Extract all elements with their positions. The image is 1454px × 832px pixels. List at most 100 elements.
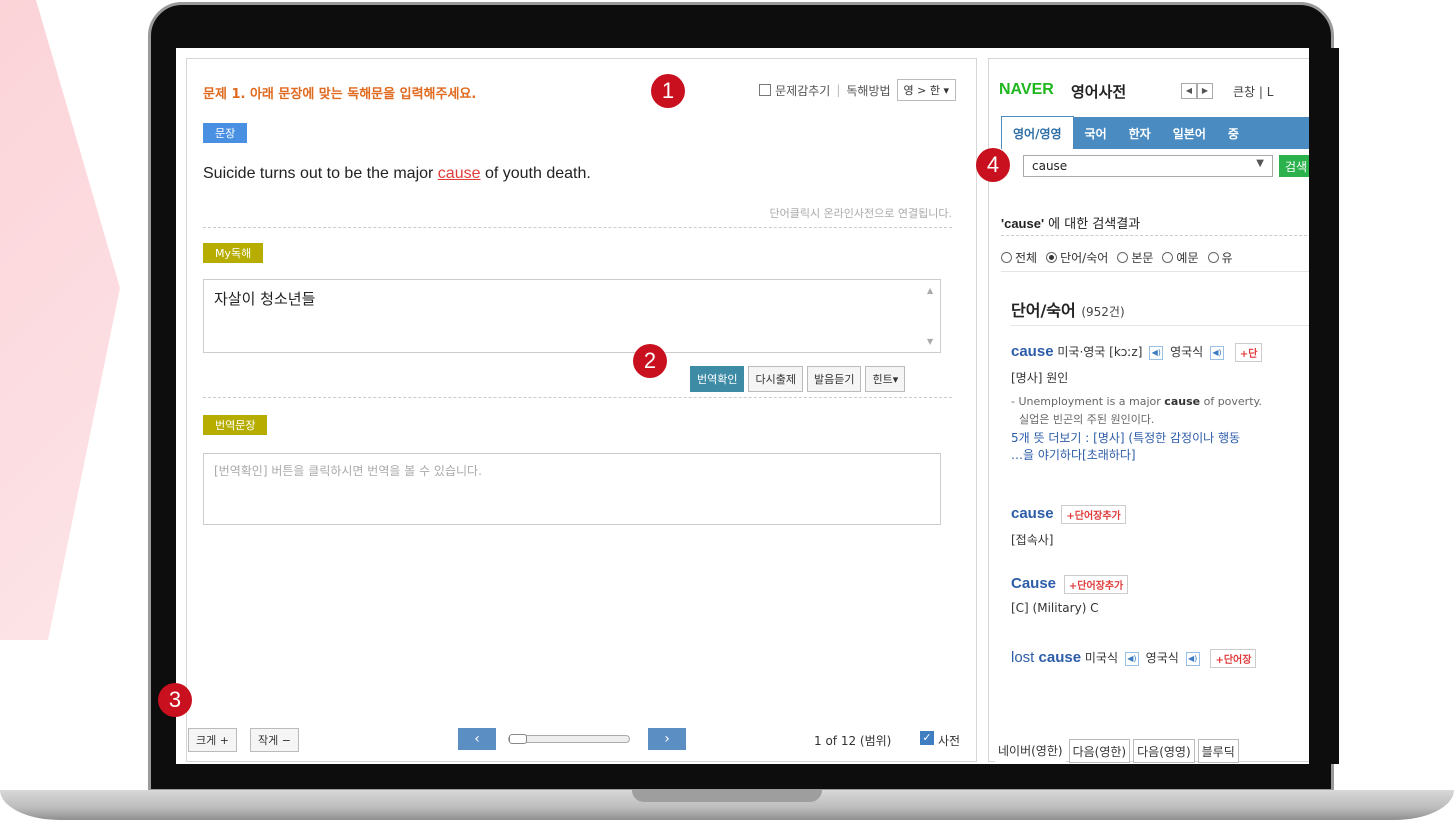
next-arrow-icon[interactable]: ▶ (1197, 83, 1213, 99)
slider-thumb[interactable] (509, 734, 527, 744)
divider (203, 227, 952, 228)
divider (1001, 271, 1309, 272)
marker-2: 2 (633, 344, 667, 378)
more-meanings-link[interactable]: …을 야기하다[초래하다] (1011, 446, 1136, 463)
entry-word-prefix[interactable]: lost (1011, 649, 1039, 666)
filter-all[interactable]: 전체 (1001, 249, 1037, 266)
hide-question-label: 문제감추기 (775, 83, 831, 98)
entry-word-link[interactable]: cause (1011, 505, 1054, 522)
entry-word-link[interactable]: cause (1011, 343, 1054, 360)
dictionary-checkbox[interactable]: ✓ (920, 731, 934, 745)
search-button[interactable]: 검색 (1279, 155, 1309, 177)
tab-korean[interactable]: 국어 (1074, 117, 1118, 149)
font-bigger-button[interactable]: 크게 + (188, 728, 237, 752)
scrollbar[interactable]: ▲ ▼ (924, 282, 938, 350)
progress-slider[interactable] (508, 734, 630, 744)
filter-other[interactable]: 유 (1207, 249, 1233, 266)
dictionary-nav: ◀ ▶ (1181, 83, 1213, 99)
dictionary-note: 단어클릭시 온라인사전으로 연결됩니다. (769, 207, 952, 220)
prev-arrow-icon[interactable]: ◀ (1181, 83, 1197, 99)
add-word-button[interactable]: +단어장추가 (1063, 575, 1129, 594)
chevron-down-icon[interactable]: ▼ (1256, 158, 1264, 169)
method-select[interactable]: 영 > 한 ▾ (896, 79, 956, 101)
add-word-button[interactable]: +단 (1234, 343, 1263, 362)
us-label: 미국식 (1084, 651, 1119, 665)
marker-3: 3 (158, 683, 192, 717)
example-keyword: cause (1164, 395, 1201, 408)
tab-japanese[interactable]: 일본어 (1162, 117, 1217, 149)
dictionary-label: 사전 (938, 734, 961, 748)
scroll-down-icon[interactable]: ▼ (927, 337, 933, 346)
marker-4: 4 (976, 148, 1010, 182)
radio-icon (1162, 252, 1174, 263)
tab-english[interactable]: 영어/영영 (1001, 116, 1074, 149)
filter-body[interactable]: 본문 (1117, 249, 1153, 266)
sentence-text: Suicide turns out to be the major cause … (203, 165, 591, 183)
divider (203, 397, 952, 398)
entry-pos: [C] (Military) C (1011, 601, 1099, 615)
sentence-before: Suicide turns out to be the major (203, 165, 438, 182)
entry-word-link[interactable]: cause (1039, 649, 1082, 666)
divider: | (836, 83, 841, 97)
question-controls: 문제감추기 | 독해방법 영 > 한 ▾ (759, 79, 956, 101)
entry-headline: lost cause 미국식 ◀) 영국식 ◀) +단어장 (1011, 649, 1257, 668)
entry-headline: cause +단어장추가 (1011, 505, 1126, 524)
entry-word-link[interactable]: Cause (1011, 575, 1056, 592)
sentence-keyword-link[interactable]: cause (438, 165, 481, 182)
filter-label: 전체 (1015, 251, 1038, 265)
translation-input[interactable]: 자살이 청소년들 ▲ ▼ (203, 279, 941, 353)
bottom-toolbar: 크게 + 작게 − ‹ › 1 of 12 (범위) ✓ 사전 (186, 720, 977, 758)
entry-headline: Cause +단어장추가 (1011, 575, 1129, 594)
listen-button[interactable]: 발음듣기 (806, 366, 862, 392)
tab-hanja[interactable]: 한자 (1118, 117, 1162, 149)
source-tab-daum-ee[interactable]: 다음(영영) (1133, 739, 1195, 763)
radio-icon (1001, 252, 1012, 263)
next-button[interactable]: › (648, 728, 686, 750)
sentence-tag: 문장 (203, 123, 248, 143)
naver-logo: NAVER (999, 81, 1054, 98)
translation-input-value: 자살이 청소년들 (214, 290, 316, 308)
tab-chinese[interactable]: 중 (1217, 117, 1250, 149)
scroll-up-icon[interactable]: ▲ (927, 286, 933, 295)
result-heading: 'cause' 에 대한 검색결과 (1001, 213, 1140, 232)
speaker-icon[interactable]: ◀) (1210, 345, 1225, 360)
action-buttons: 번역확인 다시출제 발음듣기 힌트▾ (690, 366, 906, 392)
filter-examples[interactable]: 예문 (1162, 249, 1199, 266)
speaker-icon[interactable]: ◀) (1185, 651, 1200, 666)
filter-label: 유 (1221, 251, 1233, 265)
divider (1001, 235, 1309, 236)
radio-icon (1117, 252, 1129, 263)
hide-question-checkbox[interactable] (759, 84, 772, 96)
source-tab-naver[interactable]: 네이버(영한) (995, 739, 1066, 763)
speaker-icon[interactable]: ◀) (1149, 345, 1164, 360)
example-text: - Unemployment is a major (1011, 395, 1165, 408)
entry-pos: [명사] 원인 (1011, 371, 1069, 385)
prev-button[interactable]: ‹ (458, 728, 496, 750)
dictionary-search-input[interactable]: cause ▼ (1023, 155, 1273, 177)
dictionary-source-tabs: 네이버(영한) 다음(영한) 다음(영영) 블루딕 (989, 739, 1309, 763)
retry-button[interactable]: 다시출제 (748, 366, 803, 392)
source-tab-bluedic[interactable]: 블루딕 (1197, 739, 1239, 763)
page-indicator: 1 of 12 (범위) (814, 734, 892, 748)
add-word-label: +단 (1239, 349, 1258, 360)
hint-button[interactable]: 힌트▾ (865, 366, 906, 392)
filter-label: 예문 (1176, 251, 1199, 265)
filter-words[interactable]: 단어/숙어 (1046, 249, 1108, 266)
big-window-link[interactable]: 큰창 | L (1233, 83, 1273, 100)
exercise-panel: 문제 1. 아래 문장에 맞는 독해문을 입력해주세요. 문제감추기 | 독해방… (186, 58, 977, 762)
check-translation-button[interactable]: 번역확인 (690, 366, 745, 392)
method-label: 독해방법 (846, 83, 891, 98)
more-meanings-link[interactable]: 5개 뜻 더보기 : [명사] (특정한 감정이나 행동 (1011, 429, 1240, 446)
add-word-button[interactable]: +단어장추가 (1061, 505, 1126, 524)
filter-radios: 전체 단어/숙어 본문 예문 유 (1001, 249, 1233, 266)
add-word-button[interactable]: +단어장 (1210, 649, 1257, 668)
marker-1: 1 (651, 74, 685, 108)
speaker-icon[interactable]: ◀) (1124, 651, 1139, 666)
entry-headline: cause 미국·영국 [kɔːz] ◀) 영국식 ◀) +단 (1011, 343, 1263, 362)
uk-label: 영국식 (1145, 651, 1179, 665)
background-shape (0, 0, 120, 640)
dictionary-tabs: 영어/영영 국어 한자 일본어 중 (1001, 116, 1309, 149)
result-keyword: 'cause' (1001, 216, 1045, 231)
font-smaller-button[interactable]: 작게 − (250, 728, 299, 752)
source-tab-daum-ek[interactable]: 다음(영한) (1068, 739, 1131, 763)
